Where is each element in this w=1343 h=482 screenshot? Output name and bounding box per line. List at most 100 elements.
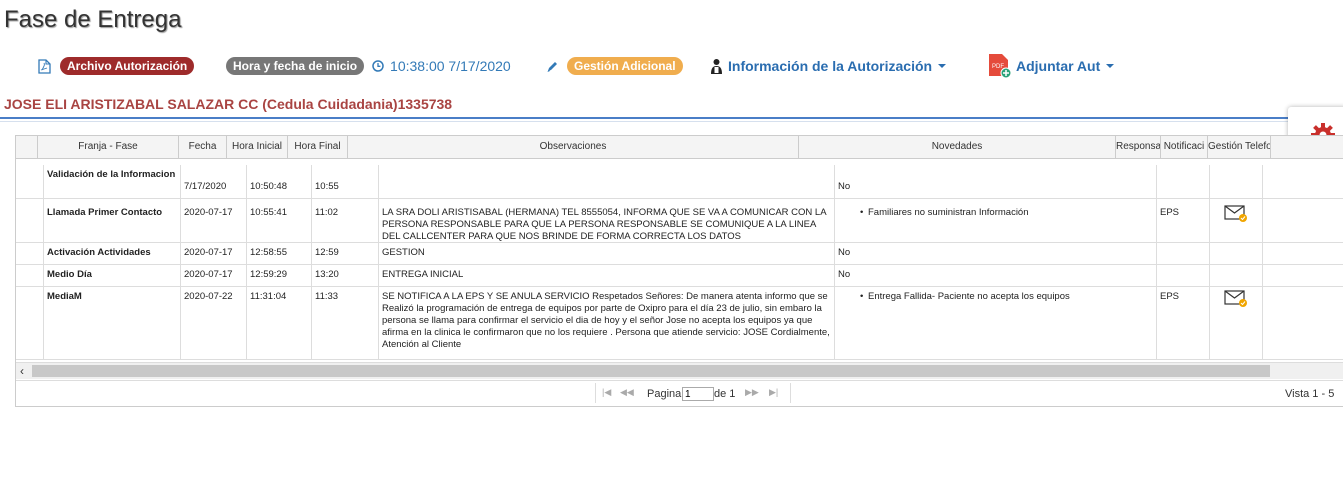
last-page-icon[interactable]: ▶|: [769, 387, 778, 398]
hora-inicial-cell: 11:31:04: [247, 287, 312, 359]
next-page-icon[interactable]: ▶▶: [745, 387, 759, 398]
archivo-autorizacion[interactable]: Archivo Autorización: [38, 56, 195, 76]
hora-fecha-inicio: Hora y fecha de inicio 10:38:00 7/17/202…: [226, 56, 511, 76]
grid-body: Validación de la Informacion 7/17/2020 1…: [16, 162, 1343, 362]
hora-fecha-value: 10:38:00 7/17/2020: [390, 58, 511, 74]
header-fecha[interactable]: Fecha: [179, 136, 227, 158]
header-hora-inicial[interactable]: Hora Inicial: [227, 136, 288, 158]
page-number-input[interactable]: [682, 387, 714, 401]
gestion-cell: [1263, 243, 1343, 264]
novedad-item: Familiares no suministran Información: [838, 207, 1153, 219]
novedades-cell: Familiares no suministran Información: [835, 199, 1157, 242]
page-title: Fase de Entrega: [4, 6, 182, 33]
hora-inicial-cell: 12:58:55: [247, 243, 312, 264]
gestion-adicional-badge[interactable]: Gestión Adicional: [567, 57, 683, 75]
observaciones-cell: SE NOTIFICA A LA EPS Y SE ANULA SERVICIO…: [379, 287, 835, 359]
grid-pager: |◀ ◀◀ Pagina de 1 ▶▶ ▶| Vista 1 - 5: [16, 380, 1343, 406]
view-records-label: Vista 1 - 5: [1285, 388, 1335, 400]
notificacion-cell: [1210, 265, 1263, 286]
scroll-left-arrow-icon[interactable]: ‹: [20, 363, 24, 379]
header-observaciones[interactable]: Observaciones: [348, 136, 799, 158]
hora-final-cell: 11:02: [312, 199, 379, 242]
novedades-cell: No: [835, 243, 1157, 264]
archivo-autorizacion-badge[interactable]: Archivo Autorización: [60, 57, 195, 75]
grid-header: Franja - Fase Fecha Hora Inicial Hora Fi…: [16, 136, 1343, 159]
responsable-cell: EPS: [1157, 199, 1210, 242]
caret-down-icon: [1106, 64, 1115, 68]
first-page-icon[interactable]: |◀: [602, 387, 611, 398]
user-secret-icon: [711, 59, 722, 74]
notificacion-cell: [1210, 199, 1263, 242]
patient-name: JOSE ELI ARISTIZABAL SALAZAR CC (Cedula …: [4, 96, 453, 112]
row-number-cell: [16, 287, 44, 359]
prev-page-icon[interactable]: ◀◀: [620, 387, 634, 398]
informacion-autorizacion-label[interactable]: Información de la Autorización: [728, 58, 932, 74]
row-number-cell: [16, 165, 44, 198]
observaciones-cell: ENTREGA INICIAL: [379, 265, 835, 286]
header-notificacion[interactable]: Notificaci: [1161, 136, 1208, 158]
fecha-cell: 2020-07-17: [181, 199, 247, 242]
fecha-cell: 7/17/2020: [181, 165, 247, 198]
table-row[interactable]: Validación de la Informacion 7/17/2020 1…: [16, 165, 1343, 199]
responsable-cell: EPS: [1157, 287, 1210, 359]
header-gestion-telefonica[interactable]: Gestión Telefo: [1208, 136, 1271, 158]
responsable-cell: [1157, 265, 1210, 286]
novedades-cell: No: [835, 165, 1157, 198]
fecha-cell: 2020-07-17: [181, 265, 247, 286]
hora-inicial-cell: 10:55:41: [247, 199, 312, 242]
hora-inicial-cell: 10:50:48: [247, 165, 312, 198]
table-row[interactable]: MediaM 2020-07-22 11:31:04 11:33 SE NOTI…: [16, 287, 1343, 360]
mail-sent-icon[interactable]: [1224, 290, 1248, 308]
scrollbar-thumb[interactable]: [32, 365, 1270, 377]
fase-cell: Activación Actividades: [44, 243, 181, 264]
table-row[interactable]: Activación Actividades 2020-07-17 12:58:…: [16, 243, 1343, 265]
hora-final-cell: 12:59: [312, 243, 379, 264]
caret-down-icon: [938, 64, 947, 68]
fase-entrega-grid: Franja - Fase Fecha Hora Inicial Hora Fi…: [15, 135, 1343, 407]
page-total-label: de 1: [714, 388, 736, 400]
gestion-cell: [1263, 287, 1343, 359]
hora-inicial-cell: 12:59:29: [247, 265, 312, 286]
gestion-cell: [1263, 199, 1343, 242]
responsable-cell: [1157, 243, 1210, 264]
fase-cell: Medio Día: [44, 265, 181, 286]
header-novedades[interactable]: Novedades: [799, 136, 1116, 158]
gestion-adicional[interactable]: Gestión Adicional: [546, 56, 683, 76]
toolbar: Archivo Autorización Hora y fecha de ini…: [0, 52, 1343, 80]
novedad-item: Entrega Fallida- Paciente no acepta los …: [838, 291, 1153, 303]
header-responsable[interactable]: Responsa: [1116, 136, 1161, 158]
table-row[interactable]: Medio Día 2020-07-17 12:59:29 13:20 ENTR…: [16, 265, 1343, 287]
responsable-cell: [1157, 165, 1210, 198]
mail-sent-icon[interactable]: [1224, 205, 1248, 223]
fase-cell: Validación de la Informacion: [44, 165, 181, 198]
header-franja-fase[interactable]: Franja - Fase: [38, 136, 179, 158]
fecha-cell: 2020-07-22: [181, 287, 247, 359]
adjuntar-aut-label[interactable]: Adjuntar Aut: [1016, 58, 1100, 74]
adjuntar-aut-dropdown[interactable]: PDF Adjuntar Aut: [988, 54, 1115, 79]
hora-fecha-badge: Hora y fecha de inicio: [226, 57, 365, 75]
row-number-cell: [16, 243, 44, 264]
pencil-icon: [547, 61, 557, 72]
hora-final-cell: 10:55: [312, 165, 379, 198]
header-hora-final[interactable]: Hora Final: [288, 136, 348, 158]
novedades-cell: Entrega Fallida- Paciente no acepta los …: [835, 287, 1157, 359]
observaciones-cell: [379, 165, 835, 198]
fecha-cell: 2020-07-17: [181, 243, 247, 264]
hora-final-cell: 11:33: [312, 287, 379, 359]
gestion-cell: [1263, 265, 1343, 286]
divider: [0, 117, 1343, 119]
notificacion-cell: [1210, 165, 1263, 198]
hora-final-cell: 13:20: [312, 265, 379, 286]
table-row[interactable]: Llamada Primer Contacto 2020-07-17 10:55…: [16, 199, 1343, 243]
notificacion-cell: [1210, 243, 1263, 264]
horizontal-scrollbar[interactable]: ‹: [16, 362, 1343, 379]
informacion-autorizacion-dropdown[interactable]: Información de la Autorización: [711, 56, 947, 76]
pdf-file-icon: [38, 58, 51, 74]
row-number-cell: [16, 265, 44, 286]
divider: [0, 121, 1343, 122]
gestion-cell: [1263, 165, 1343, 198]
notificacion-cell: [1210, 287, 1263, 359]
row-number-cell: [16, 199, 44, 242]
header-rownum: [16, 136, 38, 158]
novedades-cell: No: [835, 265, 1157, 286]
